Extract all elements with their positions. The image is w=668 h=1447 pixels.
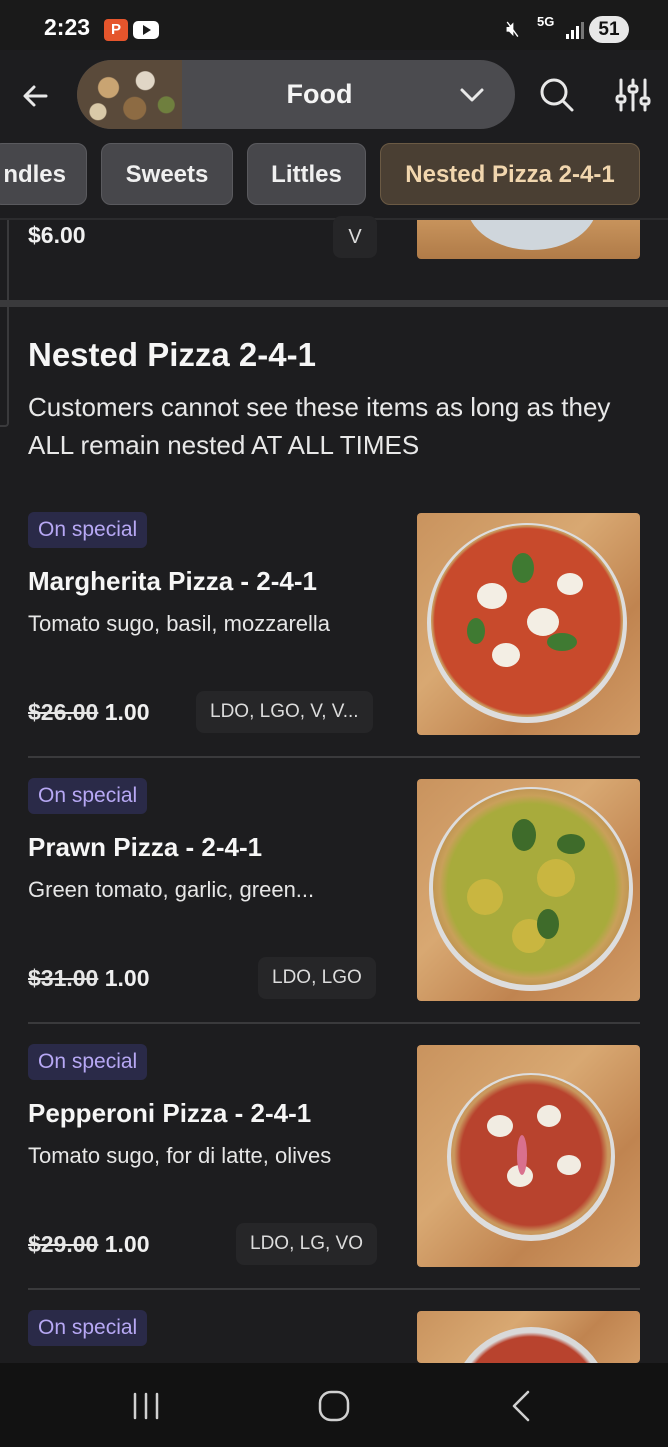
previous-item-price: $6.00 <box>28 222 86 248</box>
chip-nested-pizza[interactable]: Nested Pizza 2-4-1 <box>380 143 640 205</box>
item-price: $26.00 1.00 <box>28 699 150 726</box>
on-special-badge: On special <box>28 512 148 548</box>
item-special-price: 1.00 <box>104 699 150 725</box>
scroll-edge-lower <box>0 307 9 427</box>
item-title[interactable]: Pepperoni Pizza - 2-4-1 <box>28 1098 311 1129</box>
item-price: $29.00 1.00 <box>28 1231 150 1258</box>
chip-noodles[interactable]: ndles <box>0 143 87 205</box>
chip-sweets[interactable]: Sweets <box>101 143 233 205</box>
back-arrow-icon[interactable] <box>14 74 58 118</box>
item-special-price: 1.00 <box>104 965 150 991</box>
item-dietary-tags: LDO, LGO, V, V... <box>196 691 373 733</box>
on-special-badge: On special <box>28 1044 148 1080</box>
section-title: Nested Pizza 2-4-1 <box>28 336 316 373</box>
recent-apps-icon[interactable] <box>126 1389 166 1423</box>
filter-sliders-icon[interactable] <box>612 74 654 116</box>
item-separator <box>28 1022 640 1024</box>
battery-indicator: 51 <box>589 16 629 43</box>
item-dietary-tags: LDO, LG, VO <box>236 1223 377 1265</box>
on-special-badge: On special <box>28 778 148 814</box>
category-label: Food <box>286 79 353 109</box>
youtube-notification-icon <box>133 21 159 39</box>
item-old-price: $26.00 <box>28 699 99 725</box>
item-old-price: $31.00 <box>28 965 99 991</box>
status-time: 2:23 <box>44 14 91 40</box>
item-old-price: $29.00 <box>28 1231 99 1257</box>
previous-item-image[interactable] <box>417 220 640 259</box>
network-type: 5G <box>537 14 555 29</box>
home-icon[interactable] <box>313 1386 355 1426</box>
chevron-down-icon <box>460 88 484 102</box>
item-description: Tomato sugo, basil, mozzarella <box>28 611 331 636</box>
category-selector[interactable]: Food <box>77 60 515 129</box>
item-image[interactable] <box>417 1045 640 1267</box>
item-image[interactable] <box>417 513 640 735</box>
on-special-badge: On special <box>28 1310 148 1346</box>
section-description: Customers cannot see these items as long… <box>28 392 611 460</box>
item-image[interactable] <box>417 1311 640 1363</box>
item-title[interactable]: Margherita Pizza - 2-4-1 <box>28 566 317 597</box>
item-description: Tomato sugo, for di latte, olives <box>28 1143 332 1168</box>
item-description: Green tomato, garlic, green... <box>28 877 315 902</box>
chip-littles[interactable]: Littles <box>247 143 366 205</box>
search-icon[interactable] <box>536 74 578 116</box>
mute-icon: 🔇︎ <box>506 16 520 41</box>
item-separator <box>28 1288 640 1290</box>
section-separator <box>0 300 668 307</box>
item-separator <box>28 756 640 758</box>
item-image[interactable] <box>417 779 640 1001</box>
previous-item-tags: V <box>333 216 377 258</box>
item-dietary-tags: LDO, LGO <box>258 957 376 999</box>
item-special-price: 1.00 <box>104 1231 150 1257</box>
app-notification-icon: P <box>104 19 128 41</box>
item-title[interactable]: Prawn Pizza - 2-4-1 <box>28 832 262 863</box>
scroll-edge <box>0 220 9 300</box>
signal-icon <box>566 22 584 39</box>
nav-back-icon[interactable] <box>503 1386 539 1426</box>
category-thumbnail <box>77 60 182 129</box>
item-price: $31.00 1.00 <box>28 965 150 992</box>
